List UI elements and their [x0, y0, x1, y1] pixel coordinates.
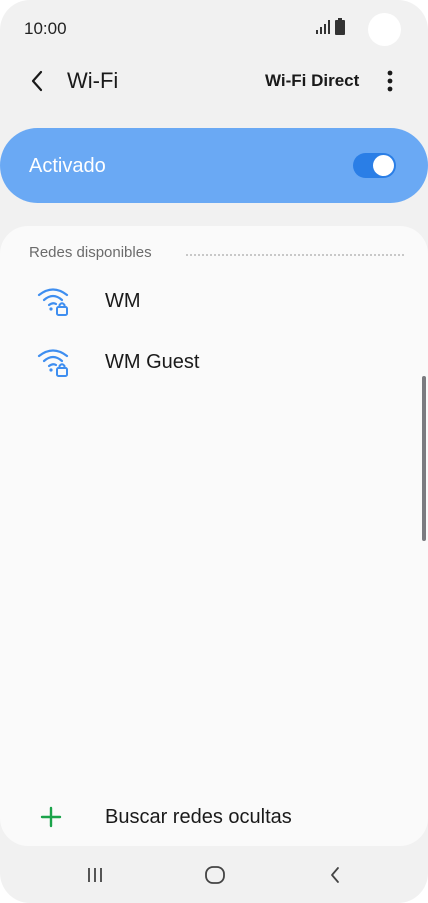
- network-item-wm[interactable]: WM: [0, 273, 428, 329]
- status-bar: 10:00: [0, 0, 428, 58]
- network-name: WM Guest: [105, 351, 200, 373]
- wifi-toggle-switch[interactable]: [353, 153, 396, 178]
- camera-cutout: [368, 13, 401, 46]
- wifi-master-toggle[interactable]: Activado: [0, 128, 428, 203]
- recents-icon: [88, 868, 102, 882]
- status-time: 10:00: [24, 19, 67, 38]
- more-vertical-icon: [387, 70, 393, 92]
- recents-button[interactable]: [81, 862, 109, 888]
- network-name: WM: [105, 290, 141, 312]
- home-button[interactable]: [201, 862, 229, 888]
- back-button[interactable]: [22, 66, 52, 96]
- network-item-wm-guest[interactable]: WM Guest: [0, 334, 428, 390]
- battery-icon: [335, 18, 345, 35]
- more-options-button[interactable]: [377, 66, 403, 96]
- wifi-lock-icon: [37, 349, 69, 377]
- back-nav-button[interactable]: [321, 862, 349, 888]
- hidden-network-label: Buscar redes ocultas: [105, 806, 292, 828]
- section-header-available-networks: Redes disponibles: [29, 244, 152, 261]
- back-arrow-icon: [31, 70, 43, 92]
- scrollbar[interactable]: [422, 376, 426, 541]
- home-icon: [205, 866, 225, 884]
- toggle-thumb: [373, 155, 394, 176]
- navigation-bar: [0, 846, 428, 903]
- networks-card: Redes disponibles WM WM Guest Buscar red…: [0, 226, 428, 846]
- search-hidden-networks-button[interactable]: Buscar redes ocultas: [0, 796, 428, 840]
- app-header: Wi-Fi Wi-Fi Direct: [0, 58, 428, 104]
- page-title: Wi-Fi: [67, 68, 119, 93]
- phone-screen: 10:00 Wi-Fi Wi-Fi Direct Activado Redes …: [0, 0, 428, 903]
- wifi-direct-button[interactable]: Wi-Fi Direct: [265, 71, 359, 91]
- master-toggle-label: Activado: [29, 155, 106, 177]
- wifi-lock-icon: [37, 288, 69, 316]
- section-divider: [186, 254, 404, 256]
- back-icon: [331, 867, 339, 883]
- plus-icon: [40, 806, 62, 828]
- signal-icon: [316, 20, 330, 34]
